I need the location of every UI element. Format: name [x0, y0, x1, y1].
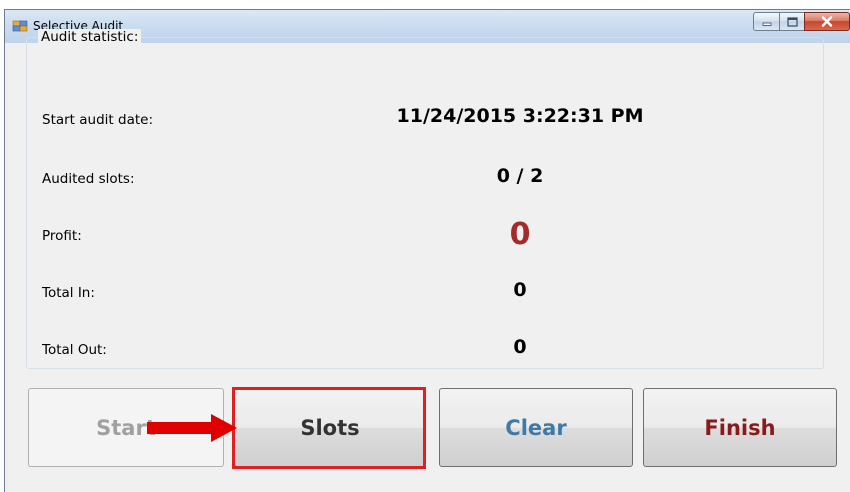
maximize-icon: [786, 16, 798, 27]
windows-app-icon: [12, 20, 28, 32]
profit-value: 0: [509, 217, 531, 252]
close-icon: [821, 16, 833, 27]
groupbox-title: Audit statistic:: [38, 29, 142, 45]
total-out-value: 0: [513, 336, 527, 358]
audit-statistic-groupbox: [26, 37, 824, 369]
audited-slots-value: 0 / 2: [496, 165, 544, 187]
caption-buttons: [753, 12, 850, 32]
slots-highlight-box: [232, 387, 426, 469]
start-audit-date-value: 11/24/2015 3:22:31 PM: [396, 105, 644, 127]
maximize-button[interactable]: [779, 12, 805, 31]
minimize-icon: [762, 22, 771, 26]
start-audit-date-label: Start audit date:: [42, 112, 153, 128]
audited-slots-label: Audited slots:: [42, 171, 135, 187]
close-button[interactable]: [804, 12, 850, 31]
finish-button[interactable]: Finish: [643, 388, 837, 467]
clear-button[interactable]: Clear: [439, 388, 633, 467]
total-in-value: 0: [513, 279, 527, 301]
total-out-label: Total Out:: [42, 342, 107, 358]
profit-label: Profit:: [42, 228, 82, 244]
minimize-button[interactable]: [753, 12, 780, 31]
total-in-label: Total In:: [42, 285, 95, 301]
pointer-arrow-icon: [147, 414, 237, 442]
